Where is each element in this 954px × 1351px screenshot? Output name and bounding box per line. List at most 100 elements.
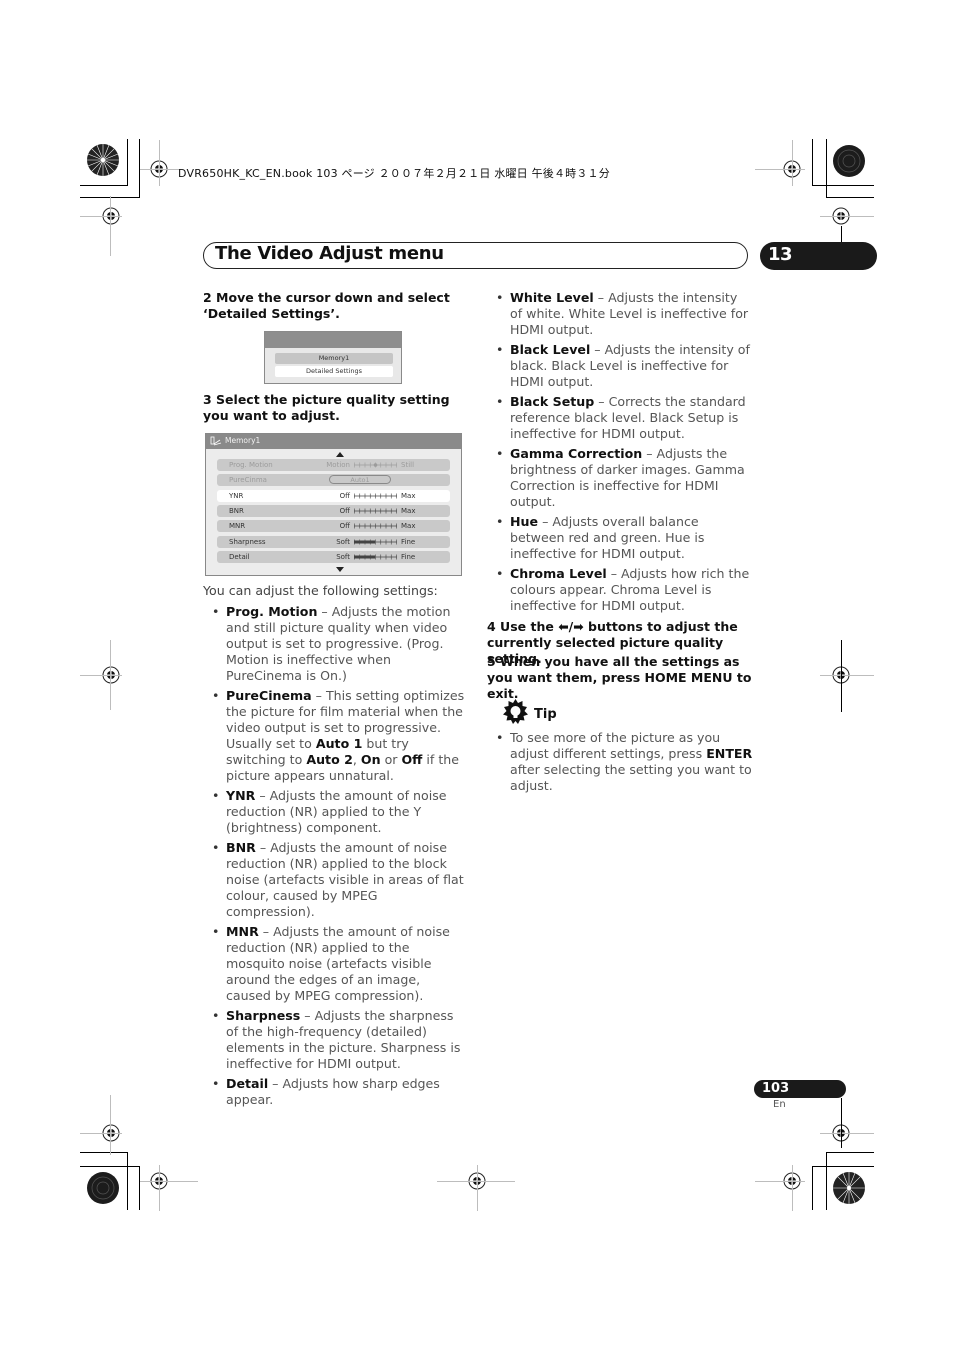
osd-setting-slider[interactable] — [354, 523, 397, 529]
tip-title: Tip — [534, 707, 557, 722]
osd-setting-row[interactable]: BNR Off Max — [217, 505, 450, 517]
osd-setting-slider[interactable] — [354, 493, 397, 499]
tip-text-pre: To see more of the picture as you adjust… — [510, 730, 721, 761]
osd-detailed-settings: Memory1 Prog. Motion Motion Still PureCinma… — [205, 433, 462, 576]
tip-lightbulb-icon — [503, 699, 528, 724]
setting-item: • BNR – Adjusts the amount of noise reduc… — [203, 840, 468, 920]
osd-setting-slider[interactable] — [354, 539, 397, 545]
bullet: • — [496, 446, 504, 461]
scroll-up-arrow-icon — [336, 452, 344, 457]
tip-item: • To see more of the picture as you adjus… — [496, 730, 753, 793]
setting-term: BNR — [226, 840, 256, 855]
registration-wheel-icon — [833, 1172, 865, 1204]
osd-setting-high-label: Max — [401, 492, 416, 500]
bullet: • — [496, 342, 504, 357]
osd-menu-item-detailed-settings: Detailed Settings — [275, 366, 393, 377]
osd-setting-label: Sharpness — [229, 538, 266, 546]
setting-item: • Black Level – Adjusts the intensity of … — [487, 342, 752, 390]
setting-item: • Sharpness – Adjusts the sharpness of th… — [203, 1008, 468, 1072]
left-right-arrows-icon: ⬅/➡ — [558, 619, 584, 634]
osd-setting-low-label: Motion — [326, 461, 350, 469]
setting-term: Hue — [510, 514, 539, 529]
setting-item: • Black Setup – Corrects the standard ref… — [487, 394, 752, 442]
registration-wheel-icon — [87, 144, 119, 176]
setting-item: • Hue – Adjusts overall balance between r… — [487, 514, 752, 562]
setting-term: Detail — [226, 1076, 269, 1091]
bullet: • — [496, 394, 504, 409]
step-3: 3 Select the picture quality setting you… — [203, 392, 450, 423]
setting-item: • Gamma Correction – Adjusts the brightne… — [487, 446, 752, 510]
setting-item: • Detail – Adjusts how sharp edges appear… — [203, 1076, 468, 1108]
osd-setting-row[interactable]: PureCinma Auto1 — [217, 474, 450, 486]
step-5: 5 When you have all the settings as you … — [487, 654, 752, 701]
bullet: • — [212, 604, 220, 619]
step-4-prefix: 4 Use the — [487, 619, 559, 634]
osd-setting-label: BNR — [229, 507, 244, 515]
setting-desc: – Adjusts the amount of noise reduction … — [226, 924, 450, 1003]
setting-desc: or — [380, 752, 402, 767]
osd-setting-slider[interactable] — [354, 554, 397, 560]
settings-intro: You can adjust the following settings: — [203, 583, 438, 598]
setting-item: • PureCinema – This setting optimizes the… — [203, 688, 468, 784]
osd-memory-menu: Memory1 Detailed Settings — [264, 331, 402, 384]
bullet: • — [496, 514, 504, 529]
setting-option: Auto 2 — [306, 752, 353, 767]
osd-setting-label: Detail — [229, 553, 250, 561]
osd-setting-high-label: Fine — [401, 538, 416, 546]
osd-settings-header: Memory1 — [206, 434, 461, 449]
setting-desc: – Adjusts overall balance between red an… — [510, 514, 705, 561]
osd-setting-low-label: Soft — [336, 553, 350, 561]
osd-setting-row[interactable]: YNR Off Max — [217, 490, 450, 502]
osd-setting-low-label: Off — [339, 522, 350, 530]
osd-setting-low-label: Off — [339, 492, 350, 500]
osd-setting-row[interactable]: Detail Soft Fine — [217, 551, 450, 563]
osd-setting-row[interactable]: MNR Off Max — [217, 520, 450, 532]
bullet: • — [496, 290, 504, 305]
print-file-header: DVR650HK_KC_EN.book 103 ページ ２００７年２月２１日 水… — [178, 167, 610, 180]
osd-setting-high-label: Still — [401, 461, 415, 469]
setting-item: • White Level – Adjusts the intensity of … — [487, 290, 752, 338]
osd-menu-item-memory1: Memory1 — [275, 353, 393, 364]
bullet: • — [212, 1008, 220, 1023]
osd-setting-high-label: Max — [401, 522, 416, 530]
setting-option: On — [360, 752, 381, 767]
osd-setting-high-label: Fine — [401, 553, 416, 561]
osd-setting-row[interactable]: Sharpness Soft Fine — [217, 536, 450, 548]
setting-term: MNR — [226, 924, 259, 939]
page-language: En — [773, 1099, 786, 1110]
setting-term: Black Setup — [510, 394, 595, 409]
osd-setting-low-label: Soft — [336, 538, 350, 546]
bullet: • — [496, 566, 504, 581]
osd-setting-row[interactable]: Prog. Motion Motion Still — [217, 459, 450, 471]
setting-term: Prog. Motion — [226, 604, 318, 619]
scroll-down-arrow-icon — [336, 567, 344, 572]
setting-desc: – Adjusts the amount of noise reduction … — [226, 788, 447, 835]
bullet: • — [212, 924, 220, 939]
tip-text-post: after selecting the setting you want to … — [510, 762, 752, 793]
setting-term: YNR — [226, 788, 256, 803]
setting-desc: , — [352, 752, 361, 767]
setting-term: Sharpness — [226, 1008, 301, 1023]
setting-term: Gamma Correction — [510, 446, 643, 461]
tip-list: • To see more of the picture as you adjus… — [487, 730, 755, 798]
bullet: • — [212, 688, 220, 703]
osd-setting-label: PureCinma — [229, 476, 267, 484]
tip-text-bold: ENTER — [706, 746, 753, 761]
setting-option: Auto 1 — [315, 736, 363, 751]
video-adjust-icon — [210, 436, 222, 446]
setting-term: White Level — [510, 290, 594, 305]
osd-setting-label: Prog. Motion — [229, 461, 273, 469]
chapter-number: 13 — [768, 244, 793, 265]
setting-option: Off — [401, 752, 423, 767]
osd-setting-slider[interactable] — [354, 508, 397, 514]
right-settings-list: • White Level – Adjusts the intensity of … — [487, 290, 752, 618]
section-title: The Video Adjust menu — [215, 243, 444, 264]
osd-setting-value[interactable]: Auto1 — [329, 475, 391, 484]
setting-item: • YNR – Adjusts the amount of noise reduc… — [203, 788, 468, 836]
registration-wheel-icon — [833, 145, 865, 177]
osd-settings-title: Memory1 — [225, 436, 261, 445]
setting-item: • Prog. Motion – Adjusts the motion and s… — [203, 604, 468, 684]
osd-menu-header — [265, 332, 401, 348]
osd-setting-slider[interactable] — [354, 462, 397, 468]
setting-term: Black Level — [510, 342, 591, 357]
